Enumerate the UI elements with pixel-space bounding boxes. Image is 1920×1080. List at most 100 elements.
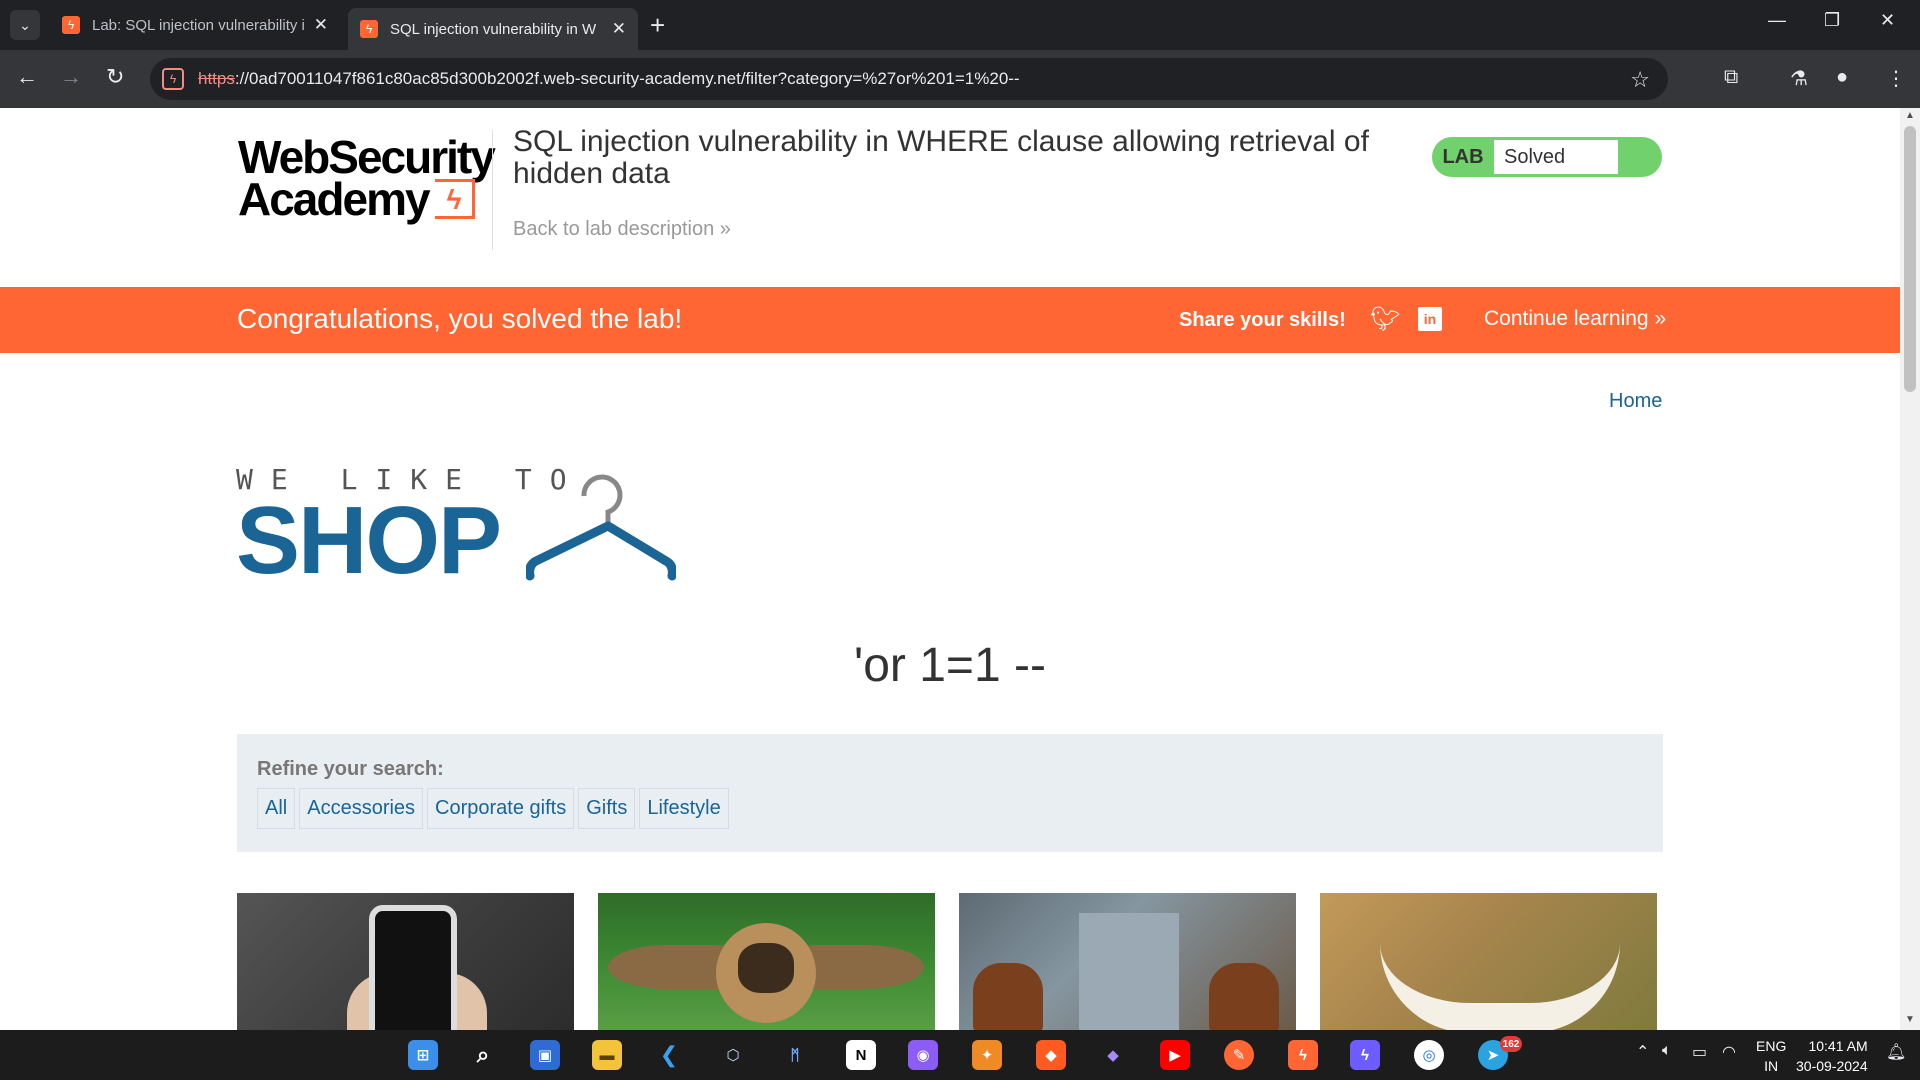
scrollbar-thumb[interactable]: [1904, 126, 1916, 392]
file-explorer-icon[interactable]: ▬: [592, 1040, 622, 1070]
obsidian-icon[interactable]: ◆: [1098, 1040, 1128, 1070]
continue-learning-link[interactable]: Continue learning »: [1484, 307, 1666, 331]
grin-shape: [1380, 943, 1620, 1030]
back-link-label: Back to lab description: [513, 218, 715, 240]
portswigger-favicon-icon: ϟ: [62, 16, 80, 34]
address-bar[interactable]: ϟ https://0ad70011047f861c80ac85d300b200…: [150, 58, 1668, 100]
refine-search-panel: Refine your search: All Accessories Corp…: [237, 734, 1663, 852]
double-chevron-right-icon: »: [1654, 307, 1667, 330]
brave-icon[interactable]: ◆: [1036, 1040, 1066, 1070]
linkedin-icon[interactable]: in: [1418, 307, 1442, 331]
volume-icon[interactable]: 🔈︎: [1662, 1042, 1672, 1060]
region-code: IN: [1764, 1058, 1779, 1074]
filter-gifts[interactable]: Gifts: [578, 788, 636, 829]
fl-studio-icon[interactable]: ✦: [972, 1040, 1002, 1070]
close-tab-icon[interactable]: ✕: [314, 15, 328, 35]
search-icon[interactable]: ⌕: [468, 1040, 498, 1070]
clock-time: 10:41 AM: [1808, 1038, 1868, 1054]
web-page: WebSecurity Academy ϟ SQL injection vulne…: [0, 108, 1900, 1030]
forward-arrow-icon[interactable]: →: [60, 64, 82, 90]
close-tab-icon[interactable]: ✕: [612, 19, 626, 39]
filter-accessories[interactable]: Accessories: [299, 788, 424, 829]
logo-line-2: Academy: [238, 173, 431, 225]
language-code: ENG: [1756, 1038, 1787, 1054]
hanger-icon: [526, 474, 676, 581]
continue-label: Continue learning: [1484, 307, 1649, 330]
labs-flask-icon[interactable]: ⚗: [1790, 66, 1808, 91]
burp-icon[interactable]: ✎: [1224, 1040, 1254, 1070]
menu-kebab-icon[interactable]: ⋮: [1886, 66, 1906, 91]
windows-start-icon[interactable]: ⊞: [408, 1040, 438, 1070]
filter-corporate-gifts[interactable]: Corporate gifts: [427, 788, 575, 829]
filter-lifestyle[interactable]: Lifestyle: [639, 788, 729, 829]
page-scrollbar[interactable]: ▲ ▼: [1900, 108, 1920, 1030]
tab-lab-active[interactable]: ϟ SQL injection vulnerability in W ✕: [348, 8, 638, 50]
lab-state: Solved: [1494, 140, 1618, 174]
battery-icon[interactable]: ▭: [1692, 1042, 1707, 1062]
product-image-grin[interactable]: [1320, 893, 1657, 1030]
tab-title: Lab: SQL injection vulnerability i: [92, 16, 304, 34]
building-shape: [1079, 913, 1179, 1030]
url-path: ://0ad70011047f861c80ac85d300b2002f.web-…: [234, 69, 1020, 88]
notion-icon[interactable]: N: [846, 1040, 876, 1070]
shoe-shape: [1209, 963, 1279, 1030]
clock-date: 30-09-2024: [1796, 1058, 1868, 1074]
wing-shape: [608, 945, 728, 989]
web-security-academy-logo[interactable]: WebSecurity Academy ϟ: [238, 134, 496, 225]
url-text[interactable]: https://0ad70011047f861c80ac85d300b2002f…: [198, 69, 1020, 89]
wifi-icon[interactable]: ◠: [1722, 1042, 1736, 1062]
store-icon[interactable]: ▣: [530, 1040, 560, 1070]
close-window-icon[interactable]: ✕: [1880, 10, 1895, 31]
scroll-up-icon[interactable]: ▲: [1905, 110, 1915, 121]
scroll-down-icon[interactable]: ▼: [1905, 1014, 1915, 1025]
refine-label: Refine your search:: [257, 758, 444, 780]
category-filters: All Accessories Corporate gifts Gifts Li…: [257, 788, 729, 829]
bookmark-star-icon[interactable]: ☆: [1630, 67, 1650, 93]
twitter-icon[interactable]: 🐦︎: [1370, 305, 1400, 334]
phone-shape: [369, 905, 457, 1030]
system-clock[interactable]: 10:41 AM 30-09-2024: [1796, 1036, 1868, 1076]
lab-status-badge: LAB Solved: [1432, 137, 1662, 177]
virtualbox-icon[interactable]: ⬡: [718, 1040, 748, 1070]
bolt-app-icon[interactable]: ϟ: [1350, 1040, 1380, 1070]
wing-shape: [804, 945, 924, 989]
restore-icon[interactable]: ❐: [1824, 10, 1840, 31]
shoe-shape: [973, 963, 1043, 1030]
extensions-icon[interactable]: ⧉: [1724, 66, 1738, 89]
share-label: Share your skills!: [1179, 309, 1346, 331]
windows-taskbar: ⊞ ⌕ ▣ ▬ ❮ ⬡ ᛗ N ◉ ✦ ◆ ◆ ▶ ✎ ϟ ϟ ◎ ➤ 162 …: [0, 1030, 1920, 1080]
reload-icon[interactable]: ↻: [106, 64, 124, 90]
home-link[interactable]: Home: [1609, 390, 1662, 413]
notifications-bell-icon[interactable]: 🔔︎: [1886, 1042, 1906, 1062]
double-chevron-right-icon: »: [719, 218, 731, 240]
tab-search-button[interactable]: ⌄: [10, 10, 40, 40]
back-to-lab-description-link[interactable]: Back to lab description »: [513, 218, 731, 241]
profile-avatar-icon[interactable]: ●: [1836, 66, 1848, 89]
pug-face-shape: [738, 943, 794, 993]
filter-all[interactable]: All: [257, 788, 296, 829]
browser-toolbar: ← → ↻ ϟ https://0ad70011047f861c80ac85d3…: [0, 50, 1920, 108]
browser-tab-strip: ⌄ ϟ Lab: SQL injection vulnerability i ✕…: [0, 0, 1920, 50]
minimize-icon[interactable]: —: [1768, 10, 1786, 31]
kali-dragon-icon[interactable]: ᛗ: [780, 1040, 810, 1070]
portswigger-icon[interactable]: ϟ: [1288, 1040, 1318, 1070]
product-image-pug-wings[interactable]: [598, 893, 935, 1030]
new-tab-button[interactable]: +: [650, 10, 665, 40]
tab-lab-inactive[interactable]: ϟ Lab: SQL injection vulnerability i ✕: [50, 8, 340, 42]
vscode-icon[interactable]: ❮: [654, 1040, 684, 1070]
youtube-icon[interactable]: ▶: [1160, 1040, 1190, 1070]
lightning-bolt-icon: ϟ: [434, 179, 475, 219]
portswigger-favicon-icon: ϟ: [360, 20, 378, 38]
chrome-icon[interactable]: ◎: [1414, 1040, 1444, 1070]
congrats-message: Congratulations, you solved the lab!: [237, 303, 683, 334]
not-secure-icon[interactable]: ϟ: [162, 68, 184, 90]
product-image-phone[interactable]: [237, 893, 574, 1030]
language-indicator[interactable]: ENG IN: [1756, 1036, 1786, 1076]
tray-overflow-icon[interactable]: ⌃: [1636, 1042, 1649, 1062]
search-result-title: 'or 1=1 --: [854, 639, 1046, 692]
lab-badge-label: LAB: [1442, 145, 1484, 168]
proton-icon[interactable]: ◉: [908, 1040, 938, 1070]
back-arrow-icon[interactable]: ←: [16, 64, 38, 90]
product-image-shoes-city[interactable]: [959, 893, 1296, 1030]
solved-banner: Congratulations, you solved the lab! Sha…: [0, 287, 1900, 353]
